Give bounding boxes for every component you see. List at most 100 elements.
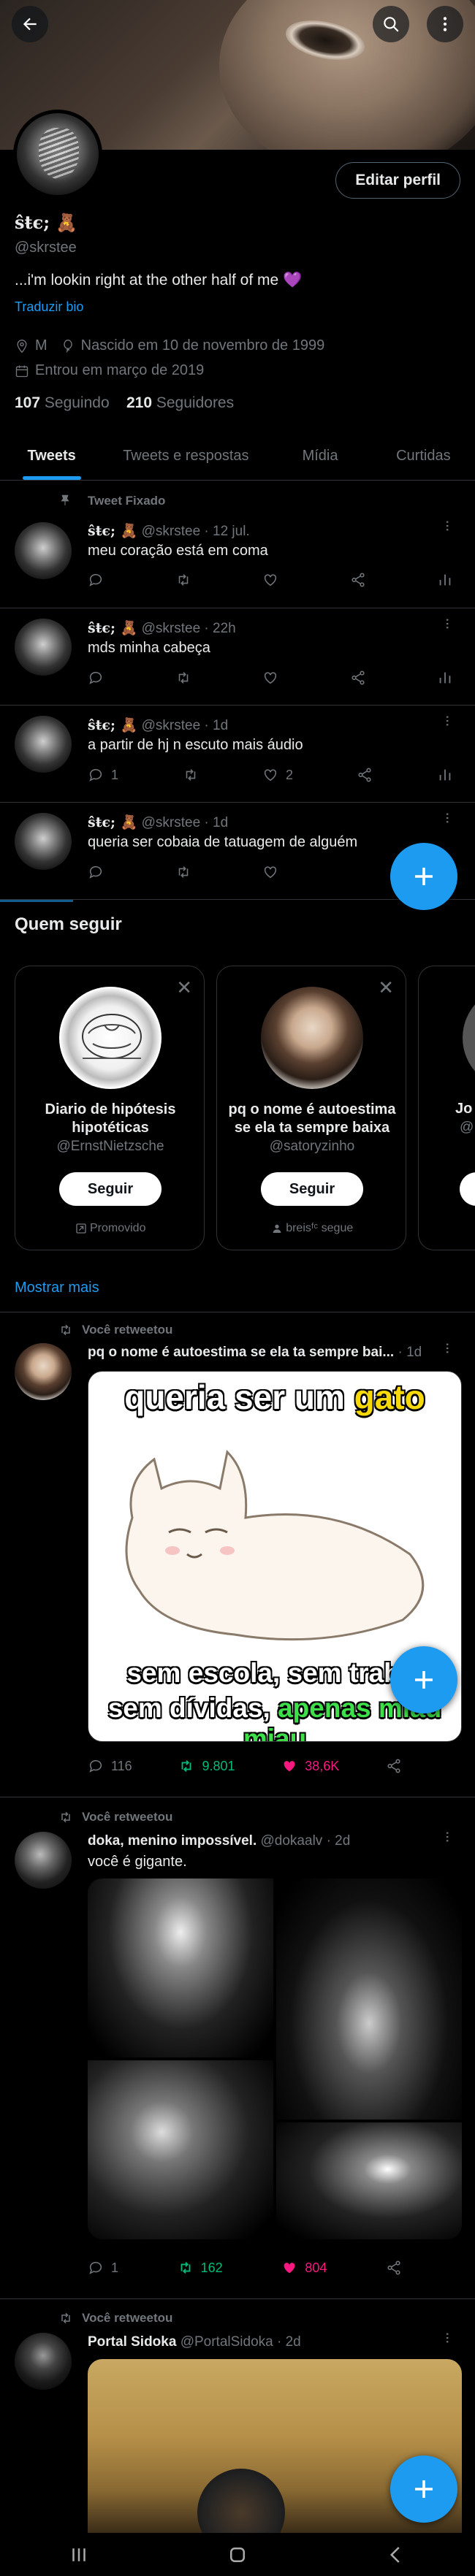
dismiss-icon[interactable]: ✕ [378,976,394,999]
tweet[interactable]: ŝŧє; 🧸 @skrstee · 22h mds minha cabeça ·… [0,608,475,706]
follow-card[interactable]: ✕ Diario de hipótesis hipotéticas @Ernst… [15,966,205,1250]
location-icon [15,339,29,353]
retweet-button[interactable] [183,767,199,783]
like-button[interactable]: 2 [262,767,293,783]
retweet-label: Você retweetou [58,1323,172,1337]
analytics-button[interactable] [437,670,453,686]
share-button[interactable] [357,767,373,783]
retweeted-tweet[interactable]: Você retweetou pq o nome é autoestima se… [0,1312,475,1797]
share-button[interactable] [350,572,366,588]
pin-icon [58,494,72,507]
tweet-more-button[interactable]: ··· [438,617,457,629]
tweet-header: Portal Sidoka @PortalSidoka · 2d [88,2334,301,2350]
balloon-icon [61,339,75,353]
card-avatar[interactable] [59,987,162,1089]
following-link[interactable]: 107 Seguindo [15,394,110,411]
tweet-more-button[interactable]: ··· [438,2331,457,2343]
grid-photo[interactable] [276,2122,462,2239]
retweet-button[interactable]: 162 [178,2260,223,2276]
share-button[interactable] [386,2260,402,2276]
back-button[interactable] [12,6,48,42]
reply-button[interactable]: 1 [88,767,118,783]
dismiss-icon[interactable]: ✕ [176,976,192,999]
avatar[interactable] [15,522,72,579]
retweet-button[interactable] [175,864,191,880]
show-more-link[interactable]: Mostrar mais [15,1280,99,1296]
share-button[interactable] [386,1758,402,1774]
tweet-photo-grid[interactable] [88,1879,462,2239]
tweet[interactable]: ŝŧє; 🧸 @skrstee · 1d a partir de hj n es… [0,706,475,803]
retweet-button[interactable] [175,572,191,588]
avatar[interactable] [15,716,72,773]
follow-card[interactable]: ✕ pq o nome é autoestima se ela ta sempr… [216,966,406,1250]
reply-icon [88,864,104,880]
card-name: Jo [455,1101,473,1117]
avatar[interactable] [15,2333,72,2390]
tweet-more-button[interactable]: ··· [438,714,457,726]
tweet-more-button[interactable]: ··· [438,1830,457,1842]
home-icon[interactable] [227,2544,248,2566]
compose-tweet-button[interactable] [390,843,457,910]
edit-profile-button[interactable]: Editar perfil [335,162,460,199]
retweeted-tweet[interactable]: Você retweetou doka, menino impossível. … [0,1798,475,2299]
reply-button[interactable] [88,572,104,588]
reply-button[interactable] [88,670,104,686]
translate-bio-link[interactable]: Traduzir bio [15,299,83,315]
retweet-button[interactable]: 9.801 [178,1758,235,1774]
tweet-header: ŝŧє; 🧸 @skrstee · 12 jul. [88,523,250,539]
follow-button[interactable]: Seguir [460,1172,475,1206]
heart-filled-icon [281,2260,297,2276]
retweet-icon [58,2311,73,2325]
like-button[interactable] [262,572,278,588]
search-button[interactable] [373,6,409,42]
like-button[interactable] [262,670,278,686]
reply-button[interactable]: 116 [88,1758,132,1774]
tab-tweets-and-replies[interactable]: Tweets e respostas [103,432,268,480]
heart-icon [262,670,278,686]
back-icon[interactable] [385,2544,407,2566]
follow-button[interactable]: Seguir [59,1172,162,1206]
retweet-icon [58,1323,73,1337]
card-avatar[interactable] [261,987,363,1089]
system-nav-bar [0,2533,475,2576]
heart-icon [262,572,278,588]
tab-likes[interactable]: Curtidas [372,432,475,480]
retweet-button[interactable] [175,670,191,686]
analytics-button[interactable] [437,767,453,783]
follow-button[interactable]: Seguir [261,1172,363,1206]
tweet-pinned[interactable]: Tweet Fixado ŝŧє; 🧸 @skrstee · 12 jul. m… [0,481,475,608]
followers-link[interactable]: 210 Seguidores [126,394,234,411]
reply-icon [88,767,104,783]
card-avatar[interactable] [463,987,475,1089]
avatar[interactable] [15,813,72,870]
recent-apps-icon[interactable] [68,2544,90,2566]
promoted-icon [75,1223,87,1234]
reply-button[interactable] [88,864,104,880]
avatar[interactable] [15,619,72,676]
grid-photo[interactable] [88,1879,273,2057]
grid-photo[interactable] [88,2060,273,2239]
profile-avatar[interactable] [13,110,102,199]
tweet-more-button[interactable]: ··· [438,811,457,823]
share-button[interactable] [350,670,366,686]
analytics-button[interactable] [437,572,453,588]
profile-joined: Entrou em março de 2019 [35,362,205,378]
tweet-more-button[interactable]: ··· [438,1342,457,1353]
like-button[interactable] [262,864,278,880]
compose-tweet-button[interactable] [390,2455,457,2523]
tab-media[interactable]: Mídia [268,432,371,480]
like-button[interactable]: 804 [281,2260,327,2276]
avatar[interactable] [15,1343,72,1400]
follow-card[interactable]: Jo @ Seguir [418,966,475,1250]
overflow-menu-button[interactable] [427,6,463,42]
compose-tweet-button[interactable] [390,1646,457,1713]
tab-tweets[interactable]: Tweets [0,432,103,480]
grid-photo[interactable] [276,1879,462,2120]
who-to-follow-title: Quem seguir [15,914,122,934]
reply-button[interactable]: 1 [88,2260,118,2276]
tweet-more-button[interactable]: ··· [438,519,457,531]
avatar[interactable] [15,1832,72,1889]
like-button[interactable]: 38,6K [281,1758,339,1774]
retweet-count: 162 [200,2260,223,2275]
meme-top-text: queria ser um gato [124,1378,425,1416]
